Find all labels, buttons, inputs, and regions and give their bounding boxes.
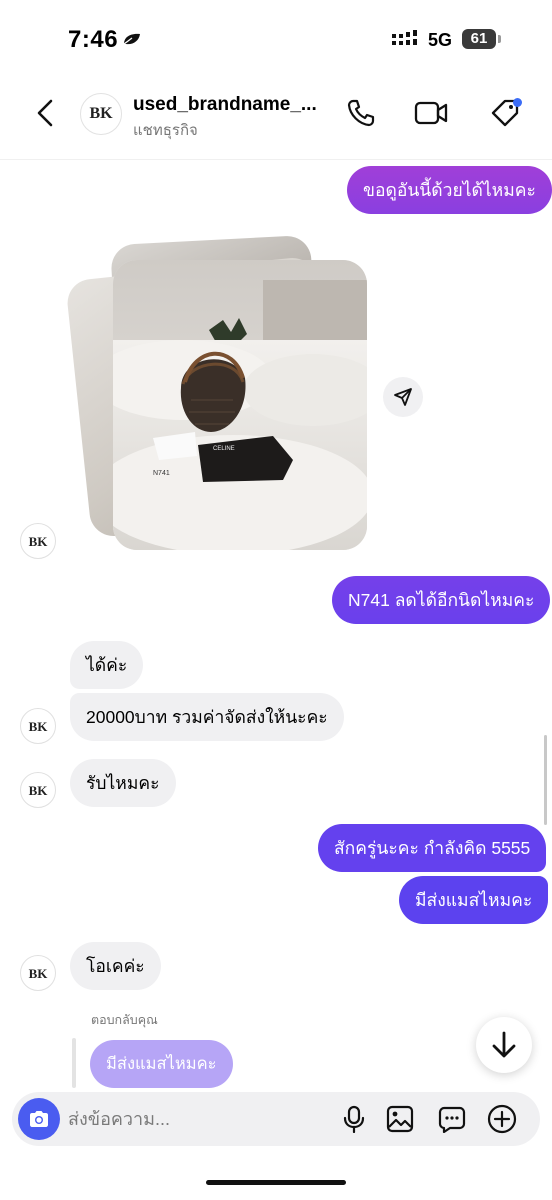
message-incoming[interactable]: รับไหมคะ — [70, 759, 176, 807]
battery-icon: 61 — [462, 29, 496, 49]
gallery-button[interactable] — [384, 1103, 416, 1135]
notification-dot — [513, 98, 522, 107]
camera-icon — [30, 1111, 48, 1127]
message-outgoing[interactable]: N741 ลดได้อีกนิดไหมคะ — [332, 576, 551, 624]
arrow-down-icon — [492, 1031, 516, 1058]
back-button[interactable] — [28, 96, 62, 130]
avatar-logo: BK — [89, 105, 113, 122]
message-incoming[interactable]: โอเคค่ะ — [70, 942, 161, 990]
brand-text: CELINE — [213, 446, 235, 452]
contact-avatar[interactable]: BK — [80, 93, 122, 135]
microphone-icon — [343, 1105, 365, 1133]
sticker-icon — [438, 1106, 466, 1133]
message-list[interactable]: ขอดูอันนี้ด้วยได้ไหมคะ CELINE N741 BK N7… — [0, 160, 552, 1090]
status-time: 7:46 — [68, 26, 119, 53]
avatar-logo: BK — [28, 782, 48, 798]
sender-avatar[interactable]: BK — [20, 772, 56, 808]
signal-icon — [392, 30, 417, 45]
status-bar: 7:46 5G 61 — [0, 0, 552, 80]
sticker-button[interactable] — [436, 1103, 468, 1135]
plus-icon — [487, 1104, 517, 1134]
video-camera-icon — [414, 101, 448, 125]
gallery-icon — [386, 1105, 414, 1133]
phone-icon — [347, 99, 375, 127]
message-composer — [12, 1092, 540, 1146]
home-indicator[interactable] — [206, 1180, 346, 1185]
reply-quote-bar — [72, 1038, 76, 1088]
avatar-logo: BK — [28, 965, 48, 981]
tag-button[interactable] — [488, 96, 522, 130]
handbag-image: CELINE N741 — [113, 260, 367, 550]
sender-avatar[interactable]: BK — [20, 708, 56, 744]
send-icon — [394, 388, 412, 406]
product-code-label: N741 — [153, 470, 170, 477]
video-call-button[interactable] — [414, 96, 448, 130]
avatar-logo: BK — [28, 533, 48, 549]
scrollbar[interactable] — [544, 735, 547, 825]
reply-label: ตอบกลับคุณ — [91, 1013, 158, 1027]
message-outgoing[interactable]: ขอดูอันนี้ด้วยได้ไหมคะ — [347, 166, 552, 214]
message-outgoing[interactable]: สักครู่นะคะ กำลังคิด 5555 — [318, 824, 547, 872]
leaf-icon — [123, 33, 140, 45]
message-incoming[interactable]: ได้ค่ะ — [70, 641, 144, 689]
product-photo[interactable]: CELINE N741 — [113, 260, 367, 550]
sender-avatar[interactable]: BK — [20, 955, 56, 991]
network-type: 5G — [428, 30, 453, 50]
message-outgoing[interactable]: มีส่งแมสไหมคะ — [399, 876, 549, 924]
sender-avatar[interactable]: BK — [20, 523, 56, 559]
contact-subtitle: แชทธุรกิจ — [133, 122, 198, 139]
more-options-button[interactable] — [486, 1103, 518, 1135]
message-input[interactable] — [68, 1102, 318, 1136]
share-button[interactable] — [383, 377, 423, 417]
message-incoming[interactable]: 20000บาท รวมค่าจัดส่งให้นะคะ — [70, 693, 344, 741]
camera-button[interactable] — [18, 1098, 60, 1140]
voice-message-button[interactable] — [338, 1103, 370, 1135]
chat-header: BK used_brandname_... แชทธุรกิจ — [0, 80, 552, 160]
back-arrow-icon — [37, 99, 53, 127]
scroll-to-bottom-button[interactable] — [476, 1017, 532, 1073]
call-button[interactable] — [344, 96, 378, 130]
contact-name[interactable]: used_brandname_... — [133, 94, 333, 116]
reply-quoted-message[interactable]: มีส่งแมสไหมคะ — [90, 1040, 233, 1088]
battery-tip — [498, 35, 501, 43]
avatar-logo: BK — [28, 718, 48, 734]
